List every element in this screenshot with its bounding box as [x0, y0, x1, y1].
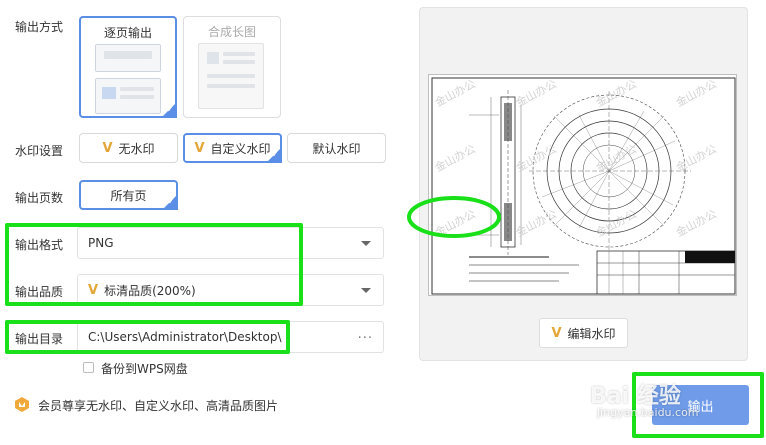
- default-watermark-label: 默认水印: [312, 141, 361, 156]
- check-icon: ✓: [167, 197, 175, 207]
- thumb-bar: [207, 84, 255, 88]
- vip-v-icon: V: [194, 140, 205, 156]
- vip-v-icon: V: [102, 140, 113, 156]
- browse-more-button[interactable]: ···: [358, 331, 373, 346]
- output-pages-label: 输出页数: [15, 191, 64, 205]
- thumb-bar: [120, 95, 154, 99]
- thumb-bar: [223, 52, 255, 56]
- backup-checkbox[interactable]: [83, 362, 94, 373]
- mode-page-by-page-card[interactable]: 逐页输出 ✓: [79, 16, 177, 118]
- thumb-bar: [120, 87, 154, 91]
- no-watermark-button[interactable]: V 无水印: [79, 133, 178, 163]
- chevron-down-icon: [361, 241, 371, 246]
- thumb-bar: [104, 51, 152, 59]
- highlight-format-quality: [5, 223, 303, 306]
- preview-drawing: 金山办公 金山办公 金山办公 金山办公 金山办公 金山办公 金山办公 金山办公 …: [428, 74, 737, 296]
- technical-drawing: [431, 77, 736, 295]
- thumb-bar: [223, 60, 255, 64]
- edit-watermark-label: 编辑水印: [567, 326, 616, 341]
- all-pages-button[interactable]: 所有页 ✓: [79, 180, 178, 210]
- mode-merge-long-card[interactable]: 合成长图: [183, 16, 281, 118]
- long-thumb: [198, 43, 264, 109]
- vip-crown-icon: [15, 397, 29, 412]
- mode-merge-long-title: 合成长图: [207, 25, 256, 39]
- default-watermark-button[interactable]: 默认水印: [287, 133, 386, 163]
- highlight-ellipse: [407, 196, 501, 238]
- vip-note: 会员尊享无水印、自定义水印、高清品质图片: [38, 399, 279, 413]
- edit-watermark-button[interactable]: V 编辑水印: [539, 318, 628, 348]
- custom-watermark-button[interactable]: V 自定义水印 ✓: [183, 133, 282, 163]
- check-icon: ✓: [271, 150, 279, 160]
- mode-page-by-page-title: 逐页输出: [103, 26, 152, 40]
- highlight-directory: [5, 320, 290, 354]
- backup-label: 备份到WPS网盘: [101, 362, 188, 376]
- custom-watermark-label: 自定义水印: [210, 141, 271, 156]
- watermark-setting-label: 水印设置: [15, 144, 64, 158]
- page-thumb-2: [95, 78, 161, 114]
- thumb-bar: [207, 74, 255, 78]
- chevron-down-icon: [361, 288, 371, 293]
- thumb-image: [207, 52, 219, 64]
- site-watermark-url: jingyan.baidu.com: [597, 406, 699, 419]
- output-mode-label: 输出方式: [15, 20, 64, 34]
- page-thumb-1: [95, 44, 161, 72]
- no-watermark-label: 无水印: [118, 141, 155, 156]
- check-icon: ✓: [166, 105, 174, 115]
- thumb-image: [102, 87, 116, 99]
- all-pages-label: 所有页: [110, 188, 147, 203]
- vip-v-icon: V: [551, 325, 562, 341]
